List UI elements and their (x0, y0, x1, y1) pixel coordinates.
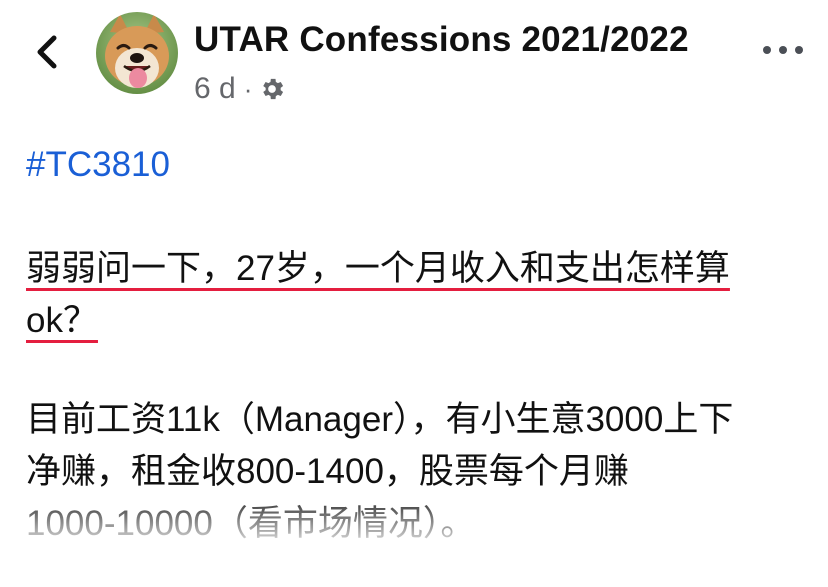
post-body: 目前工资11k（Manager），有小生意3000上下 净赚，租金收800-14… (26, 394, 806, 550)
body-line-1: 目前工资11k（Manager），有小生意3000上下 (26, 400, 734, 439)
gear-icon[interactable] (258, 75, 286, 103)
body-line-3: 1000-10000（看市场情况）。 (26, 504, 476, 543)
post-timestamp[interactable]: 6 d (194, 72, 236, 106)
page-name[interactable]: UTAR Confessions 2021/2022 (194, 20, 689, 60)
more-options-button[interactable] (760, 38, 806, 62)
back-button[interactable] (28, 30, 68, 74)
body-line-2: 净赚，租金收800-1400，股票每个月赚 (26, 452, 629, 491)
chevron-left-icon (37, 35, 57, 69)
hashtag-link[interactable]: #TC3810 (26, 145, 170, 185)
question-line-1: 弱弱问一下，27岁，一个月收入和支出怎样算 (26, 249, 730, 288)
meta-separator: · (243, 73, 253, 104)
question-line-2: ok？ (26, 301, 98, 340)
post-meta: 6 d · (194, 70, 286, 108)
avatar[interactable] (96, 12, 178, 94)
post-question: 弱弱问一下，27岁，一个月收入和支出怎样算 ok？ (26, 243, 806, 347)
post-view: UTAR Confessions 2021/2022 6 d · #TC3810… (0, 0, 828, 587)
more-horizontal-icon (763, 46, 803, 54)
dog-avatar-image (96, 12, 178, 94)
